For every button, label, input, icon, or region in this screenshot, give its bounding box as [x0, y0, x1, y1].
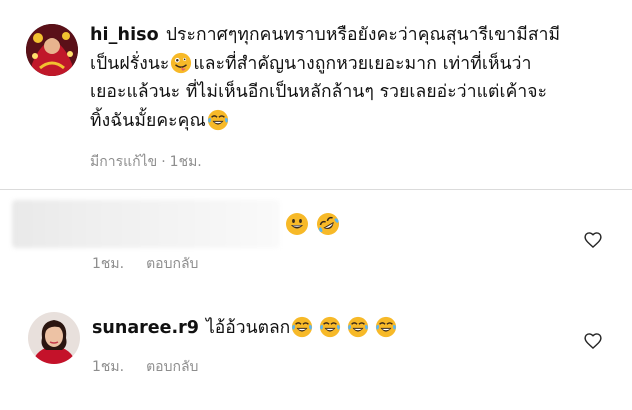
username[interactable]: sunaree.r9	[92, 318, 199, 338]
tears-of-joy-icon	[291, 316, 313, 338]
comments-panel: hi_hiso ประกาศๆทุกคนทราบหรือยังคะว่าคุณสุ…	[0, 0, 632, 410]
avatar[interactable]	[28, 312, 80, 364]
comment-1-meta: 1ชม. ตอบกลับ	[92, 253, 198, 275]
zany-face-icon	[170, 52, 192, 74]
caption-line-4: ทิ้งฉันมั้ยคะคุณ	[90, 110, 206, 131]
caption-text: hi_hiso ประกาศๆทุกคนทราบหรือยังคะว่าคุณสุ…	[90, 21, 610, 135]
caption-line-2a: เป็นฝรั่งนะ	[90, 53, 170, 74]
comment-2-text: sunaree.r9 ไอ้อ้วนตลก	[92, 314, 402, 342]
tears-of-joy-icon	[347, 316, 369, 338]
blurred-username	[12, 200, 280, 248]
reply-button[interactable]: ตอบกลับ	[146, 359, 198, 375]
avatar[interactable]	[26, 24, 78, 76]
like-heart-icon[interactable]	[583, 230, 603, 250]
tears-of-joy-icon	[207, 109, 229, 131]
like-heart-icon[interactable]	[583, 331, 603, 351]
divider	[0, 189, 632, 190]
timestamp: 1ชม.	[92, 359, 125, 375]
grinning-face-icon	[285, 212, 309, 236]
rolling-laughing-face-icon	[316, 212, 340, 236]
edited-label: มีการแก้ไข	[90, 154, 158, 170]
caption-meta: มีการแก้ไข · 1ชม.	[90, 151, 202, 173]
meta-separator: ·	[161, 154, 166, 170]
timestamp: 1ชม.	[169, 154, 202, 170]
tears-of-joy-icon	[375, 316, 397, 338]
tears-of-joy-icon	[319, 316, 341, 338]
caption-line-3: เยอะแล้วนะ ที่ไม่เห็นอีกเป็นหลักล้านๆ รว…	[90, 82, 548, 102]
caption-line-2b: และที่สำคัญนางถูกหวยเยอะมาก เท่าที่เห็นว…	[193, 53, 532, 74]
comment-2-meta: 1ชม. ตอบกลับ	[92, 356, 198, 378]
reply-button[interactable]: ตอบกลับ	[146, 256, 198, 272]
username[interactable]: hi_hiso	[90, 25, 159, 45]
comment-1-text	[284, 212, 341, 236]
comment-text: ไอ้อ้วนตลก	[205, 318, 291, 338]
caption-line-1: ประกาศๆทุกคนทราบหรือยังคะว่าคุณสุนารีเขา…	[165, 25, 561, 45]
timestamp: 1ชม.	[92, 256, 125, 272]
